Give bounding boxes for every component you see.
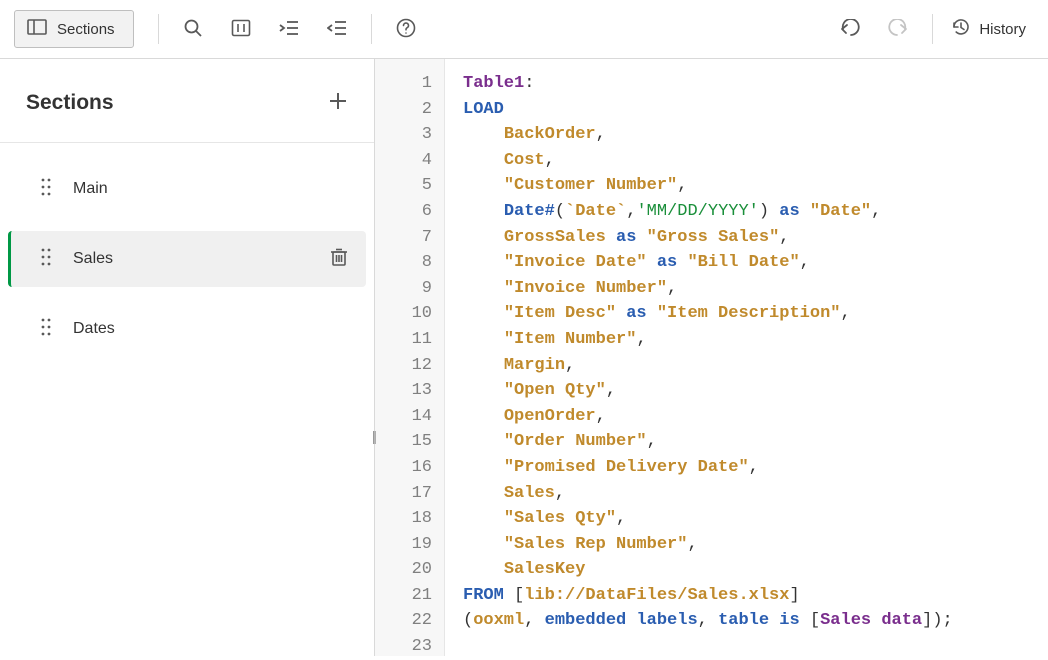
toolbar-separator: [932, 14, 933, 44]
sidebar-header: Sections: [0, 59, 374, 143]
toolbar: Sections: [0, 0, 1048, 59]
trash-icon: [330, 254, 348, 271]
sidebar-title: Sections: [26, 91, 114, 115]
help-icon: [396, 18, 416, 41]
history-icon: [951, 17, 971, 41]
drag-handle-icon[interactable]: [41, 318, 51, 341]
section-item-main[interactable]: Main: [8, 161, 366, 217]
indent-icon: [279, 20, 299, 39]
panel-icon: [27, 19, 47, 39]
redo-button[interactable]: [874, 11, 922, 47]
toolbar-separator: [158, 14, 159, 44]
line-number-gutter: 1234567891011121314151617181920212223: [375, 59, 445, 656]
toolbar-separator: [371, 14, 372, 44]
outdent-icon: [327, 20, 347, 39]
help-button[interactable]: [382, 11, 430, 47]
search-button[interactable]: [169, 11, 217, 47]
comment-icon: [231, 19, 251, 40]
section-item-label: Sales: [73, 250, 113, 268]
section-list: Main Sales Dates: [0, 143, 374, 371]
drag-handle-icon[interactable]: [41, 178, 51, 201]
plus-icon: [328, 99, 348, 114]
add-section-button[interactable]: [324, 87, 352, 118]
outdent-button[interactable]: [313, 11, 361, 47]
undo-button[interactable]: [826, 11, 874, 47]
drag-handle-icon[interactable]: [41, 248, 51, 271]
sections-sidebar: Sections Main Sales: [0, 59, 375, 656]
history-label: History: [979, 21, 1026, 38]
script-editor[interactable]: 1234567891011121314151617181920212223 Ta…: [375, 59, 1048, 656]
code-area[interactable]: Table1: LOAD BackOrder, Cost, "Customer …: [445, 59, 1048, 656]
section-item-dates[interactable]: Dates: [8, 301, 366, 357]
splitter-handle[interactable]: ||: [372, 428, 375, 444]
delete-section-button[interactable]: [330, 247, 348, 272]
comment-toggle-button[interactable]: [217, 11, 265, 47]
sections-toggle-button[interactable]: Sections: [14, 10, 134, 48]
history-button[interactable]: History: [943, 11, 1034, 47]
indent-button[interactable]: [265, 11, 313, 47]
section-item-sales[interactable]: Sales: [8, 231, 366, 287]
undo-icon: [839, 19, 861, 40]
section-item-label: Dates: [73, 320, 115, 338]
search-icon: [183, 18, 203, 41]
redo-icon: [887, 19, 909, 40]
section-item-label: Main: [73, 180, 108, 198]
sections-toggle-label: Sections: [57, 21, 115, 38]
